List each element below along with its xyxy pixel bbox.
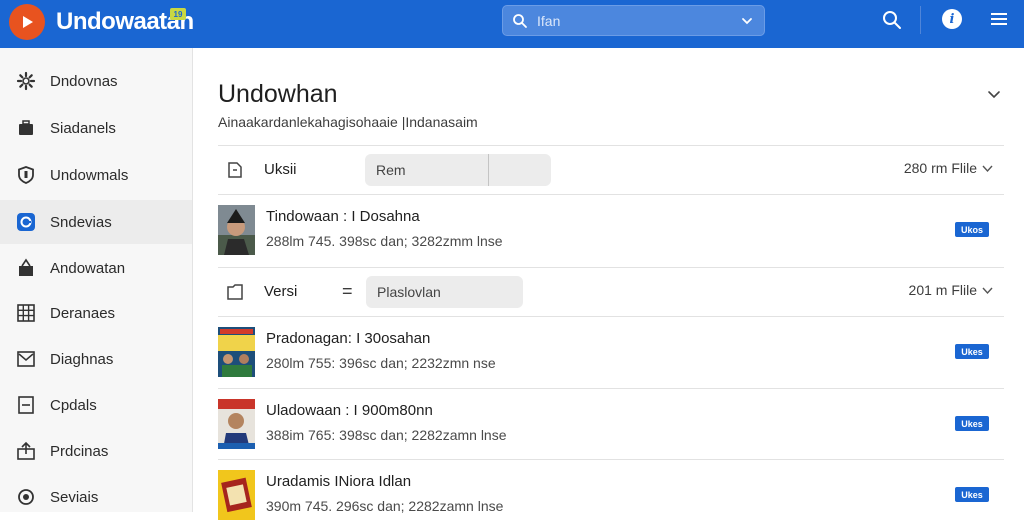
group-field-value: Plaslovlan [377, 284, 441, 300]
search-box[interactable]: Ifan [502, 5, 765, 36]
list-item[interactable]: Tindowaan : I Dosahna 288lm 745. 398sc d… [218, 195, 1004, 265]
group-field[interactable]: Plaslovlan [366, 276, 523, 308]
bag-icon [19, 258, 33, 276]
chevron-down-icon[interactable] [986, 86, 1002, 102]
sidebar-item-label: Dndovnas [50, 72, 118, 90]
chevron-down-icon [982, 165, 993, 172]
group-operator: = [342, 281, 353, 301]
item-meta: 388im 765: 398sc dan; 2282zamn lnse [266, 427, 507, 443]
image-icon [17, 351, 35, 367]
status-badge[interactable]: Ukes [955, 416, 989, 431]
toolbar-divider [920, 6, 921, 34]
grid-icon [17, 304, 35, 322]
field-divider [488, 154, 489, 186]
sidebar-item-label: Prdcinas [50, 442, 109, 460]
menu-icon[interactable] [990, 11, 1008, 27]
group-count[interactable]: 201 m Flile [909, 282, 994, 298]
status-badge[interactable]: Ukos [955, 222, 989, 237]
sidebar-item-label: Siadanels [50, 119, 116, 137]
sidebar-item-label: Andowatan [50, 259, 126, 277]
chevron-down-icon[interactable] [740, 14, 754, 28]
sidebar-item-cpdals[interactable]: Cpdals [0, 383, 192, 427]
item-thumbnail [218, 399, 255, 449]
page-title: Undowhan [218, 80, 338, 108]
group-count-label: 201 m Flile [908, 282, 977, 298]
sidebar-item-sndevias[interactable]: Sndevias [0, 200, 192, 244]
item-thumbnail [218, 205, 255, 255]
sidebar-item-label: Seviais [50, 488, 99, 506]
group-row[interactable]: Versi = Plaslovlan 201 m Flile [218, 268, 1004, 316]
group-label: Uksii [264, 161, 297, 178]
settings-icon [18, 489, 34, 505]
sidebar-item-label: Diaghnas [50, 350, 114, 368]
item-thumbnail [218, 327, 255, 377]
main-content: Undowhan Ainaakardanlekahagisohaaie |Ind… [194, 48, 1024, 520]
sidebar-item-siadanels[interactable]: Siadanels [0, 106, 192, 150]
badge-icon [17, 213, 35, 231]
list-item[interactable]: Uradamis INiora Idlan 390m 745. 296sc da… [218, 460, 1004, 530]
list-item[interactable]: Pradonagan: I 30osahan 280lm 755: 396sc … [218, 317, 1004, 387]
share-icon [17, 441, 35, 460]
sidebar-item-deranaes[interactable]: Deranaes [0, 291, 192, 335]
play-logo-icon [23, 16, 33, 28]
status-badge[interactable]: Ukes [955, 344, 989, 359]
sidebar-item-prdcinas[interactable]: Prdcinas [0, 429, 192, 473]
app-logo[interactable] [9, 4, 45, 40]
item-meta: 280lm 755: 396sc dan; 2232zmn nse [266, 355, 496, 371]
group-label: Versi [264, 283, 298, 300]
sidebar-item-label: Cpdals [50, 396, 97, 414]
item-title: Uradamis INiora Idlan [266, 473, 412, 490]
sidebar-item-andowatan[interactable]: Andowatan [0, 246, 192, 290]
group-count-label: 280 rm Flile [903, 160, 977, 176]
sidebar: Dndovnas Siadanels Undowmals Sndevias An… [0, 48, 193, 512]
item-title: Tindowaan : I Dosahna [266, 208, 420, 225]
sidebar-item-diaghnas[interactable]: Diaghnas [0, 337, 192, 381]
sidebar-item-dndovnas[interactable]: Dndovnas [0, 59, 192, 103]
list-item[interactable]: Uladowaan : I 900m80nn 388im 765: 398sc … [218, 389, 1004, 459]
shield-icon [18, 166, 34, 184]
item-title: Uladowaan : I 900m80nn [266, 402, 433, 419]
file-icon [228, 162, 242, 178]
status-badge[interactable]: Ukes [955, 487, 989, 502]
item-title: Pradonagan: I 30osahan [266, 330, 431, 347]
sidebar-item-undowmals[interactable]: Undowmals [0, 153, 192, 197]
info-icon[interactable]: i [942, 9, 962, 29]
title-badge: 19 [170, 8, 186, 20]
group-field-value: Rem [376, 162, 406, 178]
group-count[interactable]: 280 rm Flile [904, 160, 994, 176]
chevron-down-icon [982, 287, 993, 294]
document-icon [18, 396, 34, 414]
group-row[interactable]: Uksii Rem 280 rm Flile [218, 146, 1004, 194]
search-icon[interactable] [881, 9, 903, 31]
sidebar-item-label: Deranaes [50, 304, 116, 322]
sidebar-item-label: Sndevias [50, 213, 112, 231]
item-meta: 288lm 745. 398sc dan; 3282zmm lnse [266, 233, 503, 249]
gear-icon [16, 71, 36, 91]
top-bar: Undowaatan 19 Ifan i [0, 0, 1024, 48]
briefcase-icon [19, 120, 33, 135]
search-icon [513, 14, 527, 28]
group-field[interactable]: Rem [365, 154, 551, 186]
search-input[interactable]: Ifan [537, 13, 560, 29]
page-subtitle: Ainaakardanlekahagisohaaie |Indanasaim [218, 114, 478, 130]
sidebar-item-label: Undowmals [50, 166, 129, 184]
sidebar-item-seviais[interactable]: Seviais [0, 475, 192, 519]
folder-icon [227, 284, 243, 300]
item-thumbnail [218, 470, 255, 520]
